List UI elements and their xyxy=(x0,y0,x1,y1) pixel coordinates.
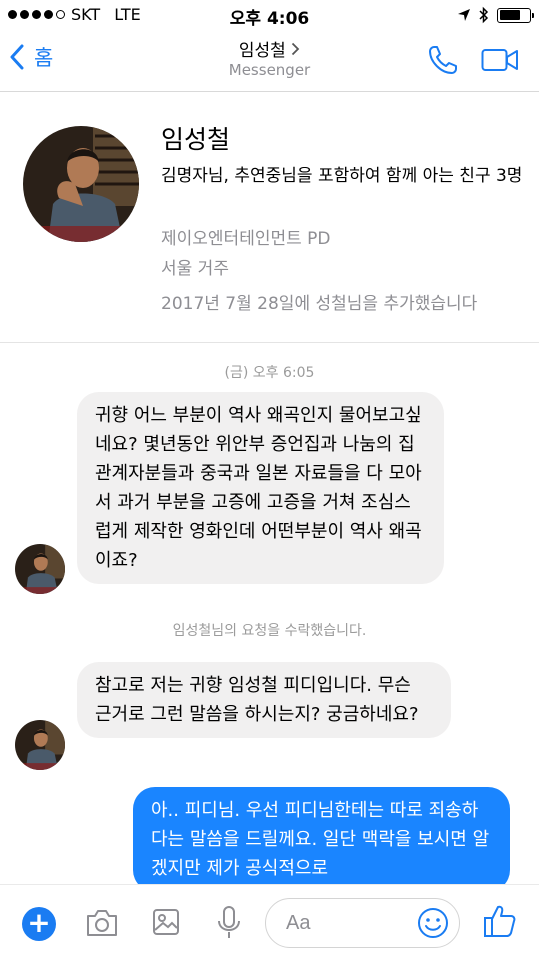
message-bubble-incoming[interactable]: 참고로 저는 귀향 임성철 피디입니다. 무슨 근거로 그런 말씀을 하시는지?… xyxy=(77,662,451,738)
status-right xyxy=(457,6,534,24)
message-bubble-outgoing[interactable]: 아.. 피디님. 우선 피디님한테는 따로 죄송하다는 말씀을 드릴께요. 일단… xyxy=(133,787,510,892)
system-notice: 임성철님의 요청을 수락했습니다. xyxy=(172,623,367,639)
profile-photo xyxy=(23,126,139,242)
chevron-right-icon xyxy=(292,42,300,56)
avatar[interactable] xyxy=(15,544,65,594)
avatar[interactable] xyxy=(15,720,65,770)
video-call-button[interactable] xyxy=(481,47,519,73)
avatar[interactable] xyxy=(23,126,139,242)
work-text: 제이오엔터테인먼트 PD xyxy=(161,229,331,249)
emoji-icon[interactable] xyxy=(417,907,449,939)
message-input-container[interactable] xyxy=(265,898,460,948)
message-bubble-incoming[interactable]: 귀향 어느 부분이 역사 왜곡인지 물어보고싶네요? 몇년동안 위안부 증언집과… xyxy=(77,392,444,584)
thumbs-up-icon[interactable] xyxy=(483,903,517,939)
microphone-icon[interactable] xyxy=(216,905,242,941)
mutual-friends-text: 김명자님, 추연중님을 포함하여 함께 아는 친구 3명 xyxy=(161,166,523,186)
status-bar: SKT LTE 오후 4:06 xyxy=(0,0,539,30)
photo-icon[interactable] xyxy=(152,908,180,936)
plus-button[interactable]: + xyxy=(22,907,56,941)
bluetooth-icon xyxy=(479,6,489,24)
added-date-text: 2017년 7월 28일에 성철님을 추가했습니다 xyxy=(161,294,478,314)
sender-photo xyxy=(15,544,65,594)
location-text: 서울 거주 xyxy=(161,259,229,279)
message-composer: + xyxy=(0,884,539,960)
profile-name: 임성철 xyxy=(161,125,231,154)
profile-card: 임성철 김명자님, 추연중님을 포함하여 함께 아는 친구 3명 제이오엔터테인… xyxy=(0,93,539,343)
phone-call-button[interactable] xyxy=(427,44,459,76)
conversation-header: 홈 임성철 Messenger xyxy=(0,30,539,92)
battery-icon xyxy=(497,7,534,23)
sender-photo xyxy=(15,720,65,770)
camera-icon[interactable] xyxy=(85,908,119,938)
message-input[interactable] xyxy=(286,912,416,935)
contact-name-label: 임성철 xyxy=(238,41,292,61)
message-timestamp: (금) 오후 6:05 xyxy=(224,365,315,381)
location-icon xyxy=(458,9,470,21)
